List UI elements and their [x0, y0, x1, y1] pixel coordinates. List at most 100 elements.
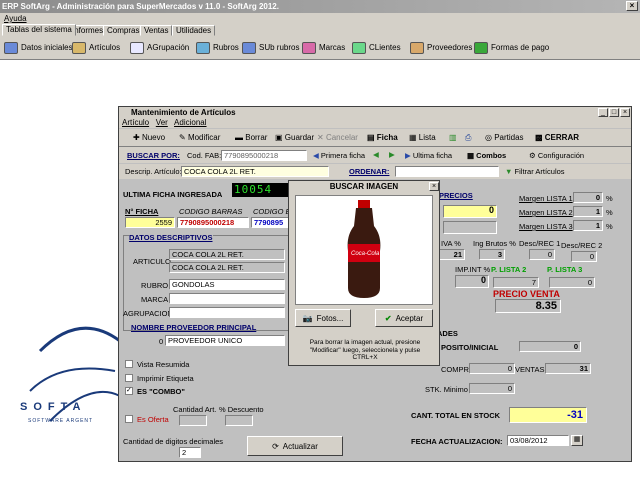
aceptar-button[interactable]: ✔ Aceptar	[375, 309, 433, 327]
configuracion-button[interactable]: ⚙ Configuración	[529, 151, 584, 160]
print-icon[interactable]: ⎙	[465, 132, 471, 144]
vista-resumida-checkbox[interactable]	[125, 360, 133, 368]
cancelar-button[interactable]: ✕ Cancelar	[317, 132, 358, 144]
next-icon[interactable]: ▶	[389, 150, 395, 159]
codfab-input[interactable]: 7790895000218	[221, 150, 307, 161]
descrip-input[interactable]: COCA COLA 2L RET.	[181, 166, 329, 177]
descrec1-input[interactable]: 0	[529, 249, 555, 260]
nficha-input[interactable]: 2559	[125, 217, 175, 228]
datos-iniciales-button[interactable]: Datos iniciales	[4, 40, 73, 56]
rubros-button[interactable]: Rubros	[196, 40, 239, 56]
marcas-icon	[302, 42, 316, 54]
imprimir-etiqueta-checkbox[interactable]	[125, 374, 133, 382]
margen3-input[interactable]: 1	[573, 220, 603, 231]
pventa-label: PRECIO VENTA	[493, 289, 560, 299]
precio-input-2[interactable]	[443, 221, 497, 234]
margen1-input[interactable]: 0	[573, 192, 603, 203]
prev-icon[interactable]: ◀	[373, 150, 379, 159]
impint-input[interactable]: 0	[455, 275, 489, 288]
ultima-ficha-button[interactable]: ▶ Ultima ficha	[405, 151, 452, 160]
margen2-input[interactable]: 1	[573, 206, 603, 217]
agrupacion-select[interactable]	[169, 307, 285, 318]
cerrar-button[interactable]: ▩ CERRAR	[535, 132, 579, 144]
tab-ventas[interactable]: Ventas	[140, 25, 173, 36]
clientes-button[interactable]: CLientes	[352, 40, 401, 56]
proveedor-num: 0	[159, 337, 164, 346]
combos-button[interactable]: ▦ Combos	[467, 151, 506, 160]
codfab-label: Cod. FAB:	[187, 151, 222, 160]
export-icon[interactable]: ▥	[449, 132, 457, 144]
menu-articulo[interactable]: Artículo	[122, 118, 149, 127]
es-combo-checkbox[interactable]: ✓	[125, 387, 133, 395]
imprimir-etiqueta-label: Imprimir Etiqueta	[137, 374, 194, 383]
ficha-button[interactable]: ▤ Ficha	[367, 132, 398, 144]
partidas-button[interactable]: ◎ Partidas	[485, 132, 524, 144]
ades-label: ADES	[437, 329, 458, 338]
comprada-input[interactable]: 0	[469, 363, 515, 374]
precio-input-1[interactable]: 0	[443, 205, 497, 218]
calendar-icon[interactable]: ▦	[571, 435, 583, 446]
actualizar-button[interactable]: ⟳ Actualizar	[247, 436, 343, 456]
subrubros-button[interactable]: SUb rubros	[242, 40, 299, 56]
descrec2-input[interactable]: 0	[571, 251, 597, 262]
modificar-button[interactable]: ✎ Modificar	[179, 132, 220, 144]
tab-compras[interactable]: Compras	[103, 25, 144, 36]
pventa-input[interactable]: 8.35	[495, 299, 561, 313]
cant-dig-input[interactable]: 2	[179, 447, 201, 458]
deposito-input[interactable]: 0	[519, 341, 581, 352]
plista2-input[interactable]: 7	[493, 277, 539, 288]
codig-label: CODIGO E	[253, 207, 291, 216]
pct-desc-label: % Descuento	[219, 405, 264, 414]
proveedores-button[interactable]: Proveedores	[410, 40, 472, 56]
articulos-button[interactable]: Artículos	[72, 40, 120, 56]
coca-cola-bottle-image	[347, 200, 381, 298]
clientes-icon	[352, 42, 366, 54]
stk-input[interactable]: 0	[469, 383, 515, 394]
filtrar-button[interactable]: ▼ Filtrar Artículos	[505, 167, 565, 176]
ing-brutos-input[interactable]: 3	[479, 249, 505, 260]
formas-pago-button[interactable]: Formas de pago	[474, 40, 549, 56]
marca-select[interactable]	[169, 293, 285, 304]
primera-ficha-button[interactable]: ◀ Primera ficha	[313, 151, 365, 160]
fecha-input[interactable]: 03/08/2012	[507, 435, 569, 446]
nuevo-button[interactable]: ✚ Nuevo	[133, 132, 165, 144]
dialog-hint: Para borrar la imagen actual, presione "…	[309, 339, 421, 361]
close-window-button[interactable]: ×	[620, 108, 630, 117]
menu-ver[interactable]: Ver	[156, 118, 168, 127]
borrar-button[interactable]: ▬ Borrar	[235, 132, 267, 144]
ventas-label: VENTAS	[515, 365, 545, 374]
datos-label: DATOS DESCRIPTIVOS	[129, 233, 213, 242]
plista3-input[interactable]: 0	[549, 277, 595, 288]
codig-input[interactable]: 7790895	[251, 217, 291, 228]
stk-label: STK. Minimo	[425, 385, 468, 394]
ultima-ficha-label: ULTIMA FICHA INGRESADA	[123, 190, 223, 199]
cantidad-art-input[interactable]	[179, 415, 207, 426]
close-app-button[interactable]: ×	[626, 1, 638, 11]
articulo-input-2[interactable]: COCA COLA 2L RET.	[169, 262, 285, 273]
proveedor-label: NOMBRE PROVEEDOR PRINCIPAL	[131, 323, 257, 332]
ordenar-select[interactable]	[395, 166, 499, 177]
ventas-input[interactable]: 31	[545, 363, 591, 374]
tab-utilidades[interactable]: Utilidades	[172, 25, 216, 36]
tab-tablas[interactable]: Tablas del sistema	[2, 24, 76, 36]
rubro-select[interactable]: GONDOLAS	[169, 279, 285, 290]
es-oferta-checkbox[interactable]	[125, 415, 133, 423]
lista-button[interactable]: ▦ Lista	[409, 132, 436, 144]
proveedor-input[interactable]: PROVEEDOR UNICO	[165, 335, 285, 346]
menu-ayuda[interactable]: Ayuda	[4, 14, 27, 23]
ing-brutos-label: Ing Brutos %	[473, 239, 516, 248]
menu-adicional[interactable]: Adicional	[174, 118, 206, 127]
maximize-button[interactable]: □	[609, 108, 619, 117]
codbar-input[interactable]: 7790895000218	[177, 217, 249, 228]
guardar-button[interactable]: ▣ Guardar	[275, 132, 314, 144]
pct-desc-input[interactable]	[225, 415, 253, 426]
cant-total-input[interactable]: -31	[509, 407, 587, 423]
buscar-imagen-dialog: BUSCAR IMAGEN × Coca-Cola 📷 Fotos... ✔ Ace…	[288, 180, 440, 366]
agrupacion-button[interactable]: AGrupación	[130, 40, 189, 56]
fotos-button[interactable]: 📷 Fotos...	[295, 309, 351, 327]
minimize-button[interactable]: _	[598, 108, 608, 117]
window-title: Mantenimiento de Artículos	[119, 107, 631, 118]
articulo-input-1[interactable]: COCA COLA 2L RET.	[169, 249, 285, 260]
marcas-button[interactable]: Marcas	[302, 40, 345, 56]
close-dialog-button[interactable]: ×	[429, 182, 439, 191]
